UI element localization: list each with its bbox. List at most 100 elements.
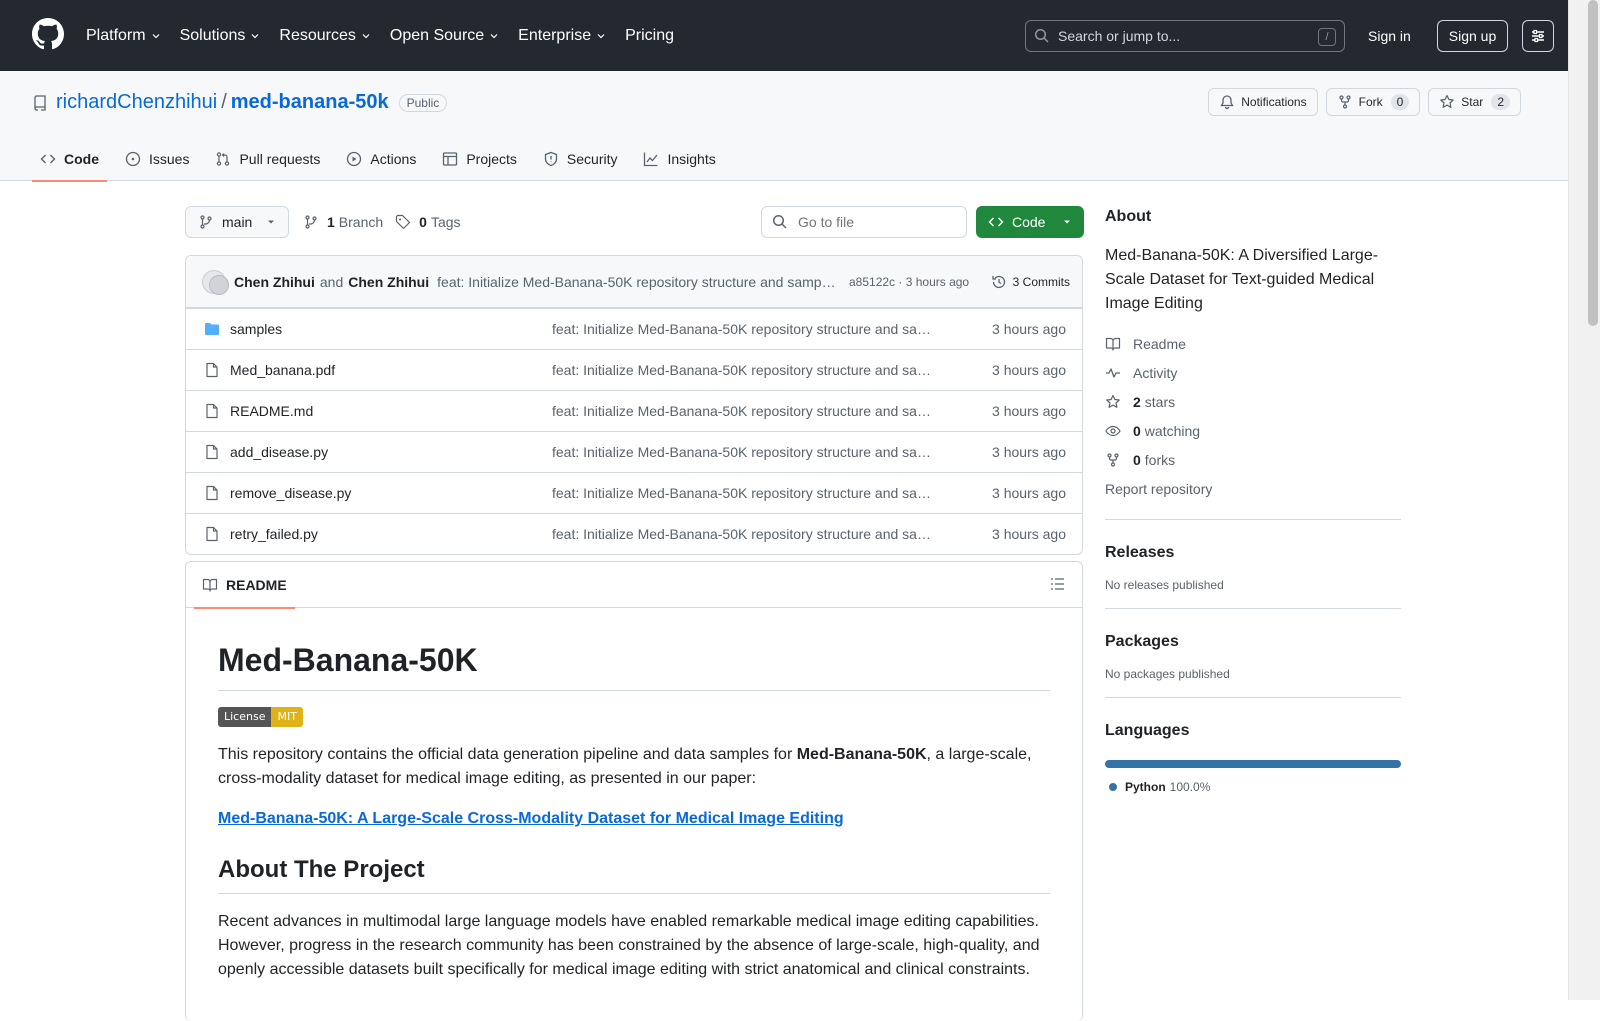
tab-security[interactable]: Security xyxy=(535,137,626,181)
tab-code[interactable]: Code xyxy=(32,137,107,182)
table-row[interactable]: retry_failed.py feat: Initialize Med-Ban… xyxy=(186,513,1082,554)
code-dropdown-button[interactable]: Code xyxy=(976,206,1084,238)
file-name-link[interactable]: samples xyxy=(230,321,282,337)
file-name-link[interactable]: remove_disease.py xyxy=(230,485,351,501)
file-commit-message[interactable]: feat: Initialize Med-Banana-50K reposito… xyxy=(552,403,932,419)
branch-select-button[interactable]: main xyxy=(185,206,289,238)
star-icon xyxy=(1105,394,1121,410)
file-commit-message[interactable]: feat: Initialize Med-Banana-50K reposito… xyxy=(552,526,932,542)
commit-count-label: 3 Commits xyxy=(1012,274,1070,289)
nav-enterprise[interactable]: Enterprise xyxy=(510,20,615,52)
repo-title: richardChenzhihui / med-banana-50k Publi… xyxy=(32,91,448,114)
tab-insights[interactable]: Insights xyxy=(635,137,723,181)
file-toolbar: main 1 Branch 0 Tags Code xyxy=(185,206,1084,238)
repo-name-link[interactable]: med-banana-50k xyxy=(231,91,389,114)
code-button-label: Code xyxy=(1012,214,1046,230)
page-scrollbar[interactable] xyxy=(1568,0,1600,1000)
nav-resources[interactable]: Resources xyxy=(271,20,379,52)
commit-coauthor[interactable]: Chen Zhihui xyxy=(348,274,429,290)
table-row[interactable]: Med_banana.pdf feat: Initialize Med-Bana… xyxy=(186,349,1082,390)
fork-count: 0 xyxy=(1390,94,1410,110)
report-repository-link[interactable]: Report repository xyxy=(1105,474,1401,503)
readme-intro-text: This repository contains the official da… xyxy=(218,746,797,763)
file-commit-message[interactable]: feat: Initialize Med-Banana-50K reposito… xyxy=(552,362,932,378)
nav-pricing[interactable]: Pricing xyxy=(617,20,682,52)
file-icon xyxy=(202,485,222,501)
packages-heading[interactable]: Packages xyxy=(1105,633,1401,651)
sign-in-link[interactable]: Sign in xyxy=(1360,20,1419,52)
fork-label: Fork xyxy=(1358,95,1383,109)
table-icon xyxy=(442,151,458,167)
notifications-label: Notifications xyxy=(1241,95,1307,109)
commits-link[interactable]: 3 Commits xyxy=(991,274,1070,290)
chevron-down-icon xyxy=(249,30,261,42)
forks-link[interactable]: 0 forks xyxy=(1105,445,1401,474)
nav-solutions[interactable]: Solutions xyxy=(172,20,270,52)
commit-author[interactable]: Chen Zhihui xyxy=(234,274,315,290)
code-icon xyxy=(40,151,56,167)
go-to-file-field[interactable] xyxy=(761,206,967,238)
sign-up-button[interactable]: Sign up xyxy=(1437,20,1508,52)
file-name-link[interactable]: Med_banana.pdf xyxy=(230,362,335,378)
fork-button[interactable]: Fork 0 xyxy=(1325,88,1421,116)
releases-heading[interactable]: Releases xyxy=(1105,544,1401,562)
scrollbar-thumb[interactable] xyxy=(1588,0,1598,326)
table-row[interactable]: remove_disease.py feat: Initialize Med-B… xyxy=(186,472,1082,513)
nav-resources-label: Resources xyxy=(279,26,356,44)
file-commit-message[interactable]: feat: Initialize Med-Banana-50K reposito… xyxy=(552,444,932,460)
repo-header: richardChenzhihui / med-banana-50k Publi… xyxy=(0,71,1568,182)
branch-label[interactable]: Branch xyxy=(339,214,383,230)
about-links: Readme Activity 2 stars 0 watching 0 for… xyxy=(1105,329,1401,503)
global-nav: Platform Solutions Resources Open Source… xyxy=(78,0,684,71)
tag-icon xyxy=(395,214,411,230)
appearance-settings-button[interactable] xyxy=(1522,20,1554,52)
file-name-link[interactable]: README.md xyxy=(230,403,313,419)
repo-owner-link[interactable]: richardChenzhihui xyxy=(56,91,217,114)
releases-section: Releases No releases published xyxy=(1105,519,1401,592)
readme-tab[interactable]: README xyxy=(194,562,295,609)
stars-link[interactable]: 2 stars xyxy=(1105,387,1401,416)
search-icon xyxy=(1034,28,1050,44)
file-name-link[interactable]: add_disease.py xyxy=(230,444,328,460)
tab-security-label: Security xyxy=(566,151,618,167)
go-to-file-input[interactable] xyxy=(796,213,956,231)
file-commit-time: 3 hours ago xyxy=(992,403,1066,419)
languages-section: Languages Python 100.0% xyxy=(1105,697,1401,794)
avatar[interactable] xyxy=(202,269,229,295)
nav-open-source[interactable]: Open Source xyxy=(382,20,508,52)
star-button[interactable]: Star 2 xyxy=(1428,88,1521,116)
language-item[interactable]: Python 100.0% xyxy=(1105,780,1401,794)
notifications-button[interactable]: Notifications xyxy=(1208,88,1318,116)
file-commit-message[interactable]: feat: Initialize Med-Banana-50K reposito… xyxy=(552,321,932,337)
tag-label[interactable]: Tags xyxy=(431,214,461,230)
branch-count[interactable]: 1 xyxy=(327,214,335,230)
nav-platform[interactable]: Platform xyxy=(78,20,170,52)
readme-link[interactable]: Readme xyxy=(1105,329,1401,358)
tab-issues[interactable]: Issues xyxy=(117,137,197,181)
commit-message-link[interactable]: feat: Initialize Med-Banana-50K reposito… xyxy=(437,274,837,290)
readme-intro: This repository contains the official da… xyxy=(218,743,1050,791)
table-row[interactable]: README.md feat: Initialize Med-Banana-50… xyxy=(186,390,1082,431)
tab-projects[interactable]: Projects xyxy=(434,137,525,181)
github-logo-icon[interactable] xyxy=(32,18,64,50)
global-search-input[interactable]: Search or jump to... / xyxy=(1025,20,1345,52)
tag-count[interactable]: 0 xyxy=(419,214,427,230)
bell-icon xyxy=(1219,94,1235,110)
list-outline-icon[interactable] xyxy=(1050,576,1066,592)
packages-empty-text: No packages published xyxy=(1105,667,1230,681)
table-row[interactable]: samples feat: Initialize Med-Banana-50K … xyxy=(186,308,1082,349)
tab-pull-requests[interactable]: Pull requests xyxy=(207,137,328,181)
paper-link[interactable]: Med-Banana-50K: A Large-Scale Cross-Moda… xyxy=(218,810,844,827)
table-row[interactable]: add_disease.py feat: Initialize Med-Bana… xyxy=(186,431,1082,472)
nav-solutions-label: Solutions xyxy=(179,26,246,44)
file-name-link[interactable]: retry_failed.py xyxy=(230,526,318,542)
tab-actions[interactable]: Actions xyxy=(338,137,424,181)
watching-link[interactable]: 0 watching xyxy=(1105,416,1401,445)
chevron-down-icon xyxy=(150,30,162,42)
license-badge-value: MIT xyxy=(271,707,303,727)
file-commit-message[interactable]: feat: Initialize Med-Banana-50K reposito… xyxy=(552,485,932,501)
license-badge[interactable]: License MIT xyxy=(218,707,303,727)
commit-hash-time[interactable]: a85122c · 3 hours ago xyxy=(849,275,969,289)
search-icon xyxy=(772,214,788,230)
activity-link[interactable]: Activity xyxy=(1105,358,1401,387)
